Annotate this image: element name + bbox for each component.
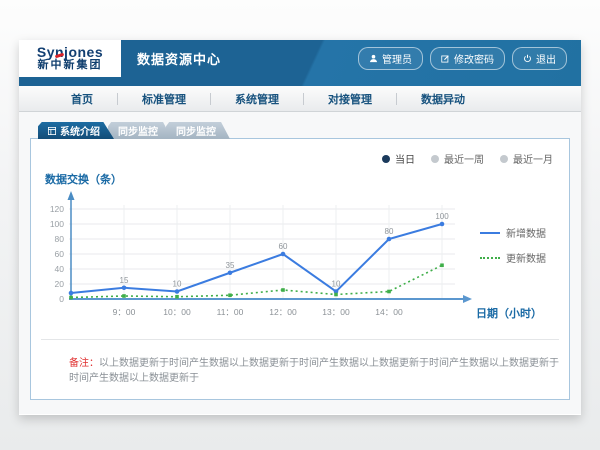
x-axis-title: 日期（小时） bbox=[476, 305, 542, 321]
y-tick-label: 80 bbox=[55, 234, 65, 244]
footnote-text: 以上数据更新于时间产生数据以上数据更新于时间产生数据以上数据更新于时间产生数据以… bbox=[69, 358, 559, 384]
nav-item[interactable]: 对接管理 bbox=[304, 91, 396, 107]
line-chart: 0 20 40 60 80 100 120 9：00 10：00 11：00 12：00 13：00 1… bbox=[35, 187, 474, 329]
nav-item[interactable]: 数据异动 bbox=[397, 91, 489, 107]
tab-label: 同步监控 bbox=[176, 123, 216, 138]
y-tick-label: 60 bbox=[55, 249, 65, 259]
radio-label: 当日 bbox=[395, 151, 415, 166]
data-point bbox=[440, 263, 444, 267]
data-point-label: 35 bbox=[226, 261, 235, 270]
tab-label: 同步监控 bbox=[118, 123, 158, 138]
radio-label: 最近一月 bbox=[513, 151, 553, 166]
x-tick-label: 10：00 bbox=[163, 307, 191, 317]
y-tick-label: 100 bbox=[50, 219, 64, 229]
y-axis-title: 数据交换（条） bbox=[45, 171, 122, 187]
button-label: 管理员 bbox=[382, 51, 412, 66]
data-point-label: 80 bbox=[385, 227, 394, 236]
legend-item: 更新数据 bbox=[480, 250, 546, 265]
nav-item[interactable]: 系统管理 bbox=[211, 91, 303, 107]
tab-0[interactable]: 系统介绍 bbox=[38, 122, 114, 139]
header-actions: 管理员 修改密码 退出 bbox=[358, 40, 567, 77]
legend-line-icon bbox=[480, 232, 500, 234]
data-point bbox=[387, 237, 392, 242]
nav-item[interactable]: 标准管理 bbox=[118, 91, 210, 107]
data-point-label: 10 bbox=[173, 280, 182, 289]
main-nav: 首页标准管理系统管理对接管理数据异动 bbox=[19, 86, 581, 112]
tab-2[interactable]: 同步监控 bbox=[166, 122, 230, 139]
legend-item: 新增数据 bbox=[480, 225, 546, 240]
content-area: 系统介绍 同步监控 同步监控 当日 最近一周 最近一月 数据交换（条） 0 20 40 60 8… bbox=[19, 112, 581, 414]
x-tick-label: 12：00 bbox=[269, 307, 297, 317]
app-header: Synjones 新中新集团 数据资源中心 管理员 修改密码 退出 bbox=[19, 40, 581, 86]
data-point bbox=[387, 290, 391, 294]
tab-1[interactable]: 同步监控 bbox=[108, 122, 172, 139]
button-label: 修改密码 bbox=[454, 51, 494, 66]
data-point bbox=[228, 270, 233, 275]
radio-dot-icon bbox=[500, 155, 508, 163]
data-point bbox=[440, 222, 445, 227]
legend-label: 新增数据 bbox=[506, 225, 546, 240]
data-point-label: 60 bbox=[279, 242, 288, 251]
y-axis-arrow-icon bbox=[68, 191, 75, 200]
logo-en-label: Synjones bbox=[37, 44, 103, 60]
nav-item[interactable]: 首页 bbox=[47, 91, 117, 107]
data-point bbox=[122, 294, 126, 298]
radio-当日[interactable]: 当日 bbox=[382, 151, 415, 166]
app-window: Synjones 新中新集团 数据资源中心 管理员修改密码退出 首页标准管理系统… bbox=[19, 40, 581, 415]
admin-button[interactable]: 管理员 bbox=[358, 47, 423, 70]
page-background: Synjones 新中新集团 数据资源中心 管理员修改密码退出 首页标准管理系统… bbox=[0, 0, 600, 450]
footnote-prefix: 备注： bbox=[69, 358, 99, 369]
radio-最近一月[interactable]: 最近一月 bbox=[500, 151, 553, 166]
edit-icon bbox=[441, 54, 450, 63]
data-point bbox=[334, 293, 338, 297]
footnote: 备注：以上数据更新于时间产生数据以上数据更新于时间产生数据以上数据更新于时间产生… bbox=[41, 339, 559, 384]
chart-row: 0 20 40 60 80 100 120 9：00 10：00 11：00 12：00 13：00 1… bbox=[35, 187, 565, 329]
tab-bar: 系统介绍 同步监控 同步监控 bbox=[30, 112, 570, 139]
x-tick-label: 13：00 bbox=[322, 307, 350, 317]
chart-legend: 新增数据更新数据 bbox=[480, 225, 546, 265]
data-point bbox=[175, 289, 180, 294]
data-point-label: 15 bbox=[120, 276, 129, 285]
logo: Synjones 新中新集团 bbox=[19, 40, 121, 77]
x-tick-label: 9：00 bbox=[113, 307, 136, 317]
radio-最近一周[interactable]: 最近一周 bbox=[431, 151, 484, 166]
chart-panel: 当日 最近一周 最近一月 数据交换（条） 0 20 40 60 80 100 120 9：00 10… bbox=[30, 138, 570, 400]
x-tick-label: 11：00 bbox=[217, 307, 244, 317]
y-tick-label: 120 bbox=[50, 204, 64, 214]
tab-label: 系统介绍 bbox=[60, 123, 100, 138]
time-range-filter: 当日 最近一周 最近一月 bbox=[382, 151, 553, 166]
user-icon bbox=[369, 54, 378, 63]
data-point-label: 100 bbox=[435, 212, 449, 221]
change-password-button[interactable]: 修改密码 bbox=[430, 47, 505, 70]
radio-dot-icon bbox=[431, 155, 439, 163]
y-tick-label: 20 bbox=[55, 279, 65, 289]
data-point bbox=[69, 296, 73, 300]
doc-icon bbox=[48, 127, 56, 135]
chart-side: 新增数据更新数据 日期（小时） bbox=[474, 187, 565, 329]
logout-button[interactable]: 退出 bbox=[512, 47, 567, 70]
x-tick-label: 14：00 bbox=[375, 307, 403, 317]
data-point bbox=[69, 291, 74, 296]
logo-text-en: Synjones bbox=[37, 45, 103, 59]
radio-label: 最近一周 bbox=[444, 151, 484, 166]
data-point-label: 10 bbox=[332, 280, 341, 289]
x-axis-arrow-icon bbox=[463, 295, 472, 303]
data-point bbox=[228, 293, 232, 297]
power-icon bbox=[523, 54, 532, 63]
data-point bbox=[122, 285, 127, 290]
data-point bbox=[175, 295, 179, 299]
data-point bbox=[281, 252, 286, 257]
button-label: 退出 bbox=[536, 51, 556, 66]
logo-text-cn: 新中新集团 bbox=[38, 59, 103, 72]
radio-dot-icon bbox=[382, 155, 390, 163]
legend-line-icon bbox=[480, 257, 500, 259]
y-tick-label: 40 bbox=[55, 264, 65, 274]
legend-label: 更新数据 bbox=[506, 250, 546, 265]
data-point bbox=[281, 288, 285, 292]
y-tick-label: 0 bbox=[59, 294, 64, 304]
page-title: 数据资源中心 bbox=[137, 40, 221, 77]
